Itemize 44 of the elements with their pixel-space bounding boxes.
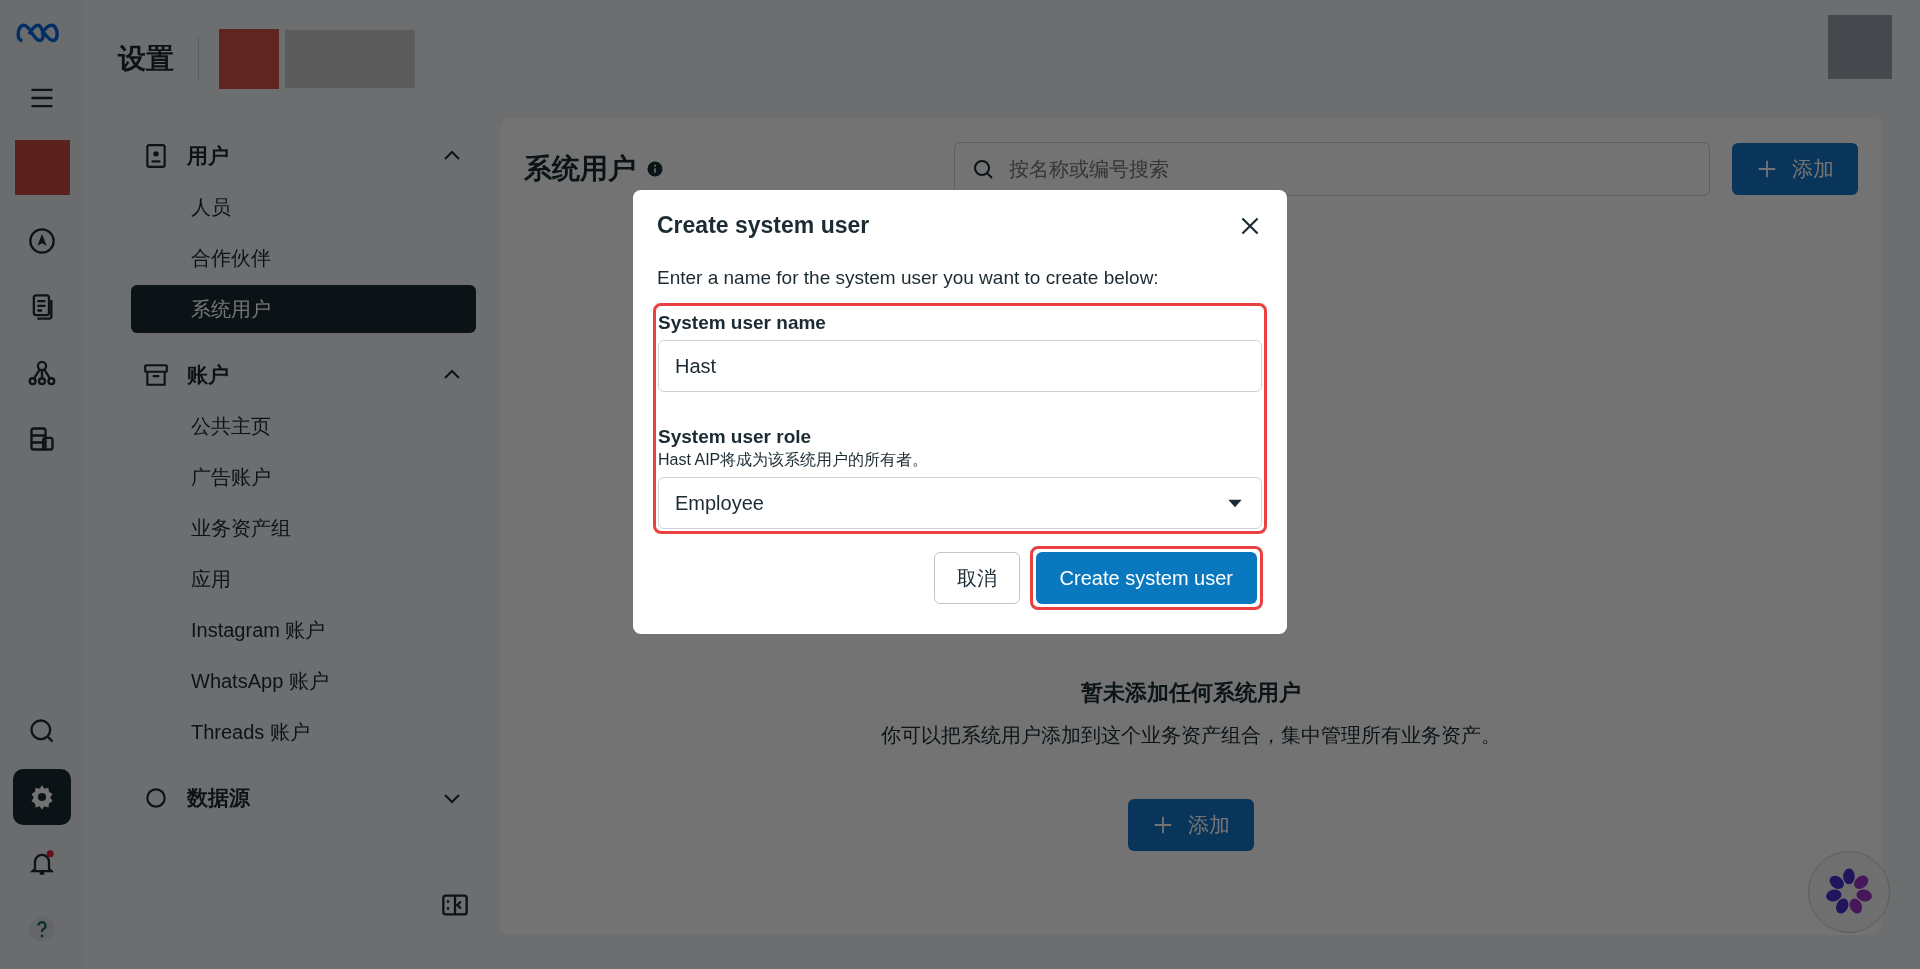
dialog-title: Create system user	[657, 212, 870, 239]
search-icon[interactable]	[28, 717, 56, 745]
search-input[interactable]: 按名称或编号搜索	[1007, 156, 1693, 182]
sidebar-section-header[interactable]: 账户	[131, 351, 476, 399]
id-badge-icon	[143, 143, 169, 169]
sidebar-item[interactable]: 系统用户	[131, 285, 476, 333]
field-label: System user role	[658, 426, 813, 448]
empty-state-title: 暂未添加任何系统用户	[1081, 679, 1301, 707]
sidebar-section-header[interactable]: 数据源	[131, 774, 476, 822]
data-source-icon	[143, 785, 169, 811]
create-button[interactable]: Create system user	[1035, 552, 1257, 604]
help-icon[interactable]	[28, 915, 56, 943]
search-icon	[971, 157, 995, 181]
navigation-icon[interactable]	[28, 227, 56, 255]
plus-icon	[1152, 814, 1174, 836]
add-button[interactable]: 添加	[1732, 143, 1858, 195]
sidebar-item[interactable]: WhatsApp 账户	[131, 657, 476, 705]
coins-icon[interactable]	[28, 425, 56, 453]
notifications-icon[interactable]	[28, 849, 56, 877]
business-logo-placeholder	[219, 29, 279, 89]
page-title: 设置	[118, 42, 174, 76]
archive-box-icon	[143, 362, 169, 388]
sidebar-item[interactable]: Threads 账户	[131, 708, 476, 756]
role-dropdown[interactable]: Employee	[658, 477, 1262, 529]
search-field[interactable]: 按名称或编号搜索	[954, 142, 1710, 196]
info-icon[interactable]	[646, 160, 664, 178]
sidebar-item[interactable]: Instagram 账户	[131, 606, 476, 654]
section-title: 系统用户	[524, 152, 636, 186]
network-icon[interactable]	[28, 359, 56, 387]
dialog-instructions: Enter a name for the system user you want to create below:	[657, 267, 1160, 289]
sidebar-item[interactable]: 公共主页	[131, 402, 476, 450]
sidebar-item[interactable]: 业务资产组	[131, 504, 476, 552]
sidebar-item[interactable]: 人员	[131, 183, 476, 231]
sidebar-item[interactable]: 广告账户	[131, 453, 476, 501]
cancel-button[interactable]: 取消	[933, 552, 1020, 604]
add-button[interactable]: 添加	[1128, 799, 1254, 851]
sidebar-item[interactable]: 合作伙伴	[131, 234, 476, 282]
name-input-field[interactable]: Hast	[658, 340, 1262, 392]
sidebar-item[interactable]: 应用	[131, 555, 476, 603]
empty-state-text: 你可以把系统用户添加到这个业务资产组合，集中管理所有业务资产。	[881, 723, 1501, 748]
plus-icon	[1756, 158, 1778, 180]
field-hint: Hast AIP将成为该系统用户的所有者。	[658, 450, 930, 470]
field-label: System user name	[658, 312, 827, 334]
sidebar-section-header[interactable]: 用户	[131, 132, 476, 180]
